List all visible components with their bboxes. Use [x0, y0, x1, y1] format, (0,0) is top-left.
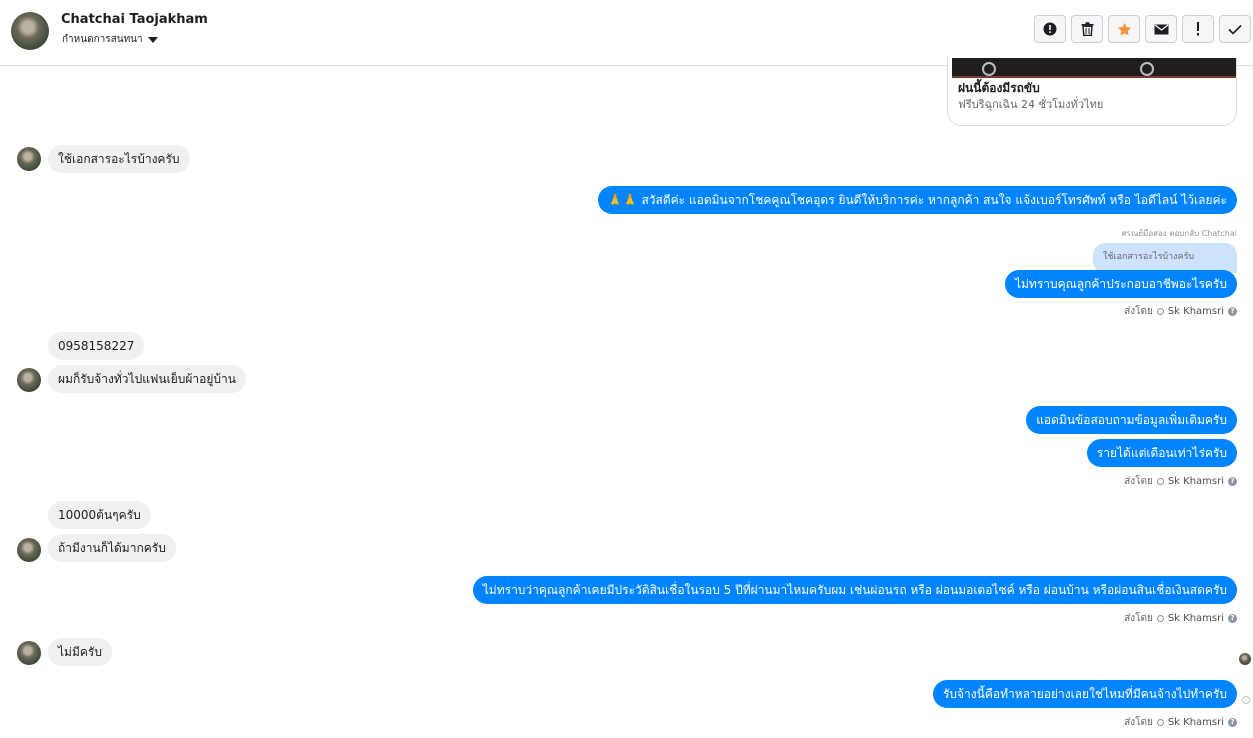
sent-by-label: ส่งโดย Sk Khamsri ?	[1124, 304, 1237, 319]
quoted-message: ใช้เอกสารอะไรบ้างครับ	[1093, 243, 1237, 273]
outgoing-message: ไม่ทราบว่าคุณลูกค้าเคยมีประวัติสินเชื่อใ…	[472, 576, 1237, 604]
conversation-settings-dropdown[interactable]: กำหนดการสนทนา	[62, 32, 158, 47]
incoming-message: 0958158227	[48, 332, 145, 360]
agent-status-icon	[1156, 308, 1164, 315]
mark-unread-button[interactable]	[1145, 15, 1177, 43]
contact-avatar-small	[17, 538, 41, 562]
help-icon[interactable]: ?	[1228, 718, 1237, 727]
contact-avatar-small	[17, 368, 41, 392]
sent-by-text: ส่งโดย	[1124, 613, 1153, 624]
envelope-icon	[1154, 24, 1168, 34]
incoming-message: ถ้ามีงานก็ได้มากครับ	[48, 534, 176, 562]
checkmark-icon	[1228, 24, 1242, 35]
sent-by-text: ส่งโดย	[1124, 306, 1153, 317]
trash-icon	[1081, 22, 1093, 36]
conversation-toolbar	[1034, 15, 1251, 43]
incoming-message: 10000ต้นๆครับ	[48, 501, 151, 529]
star-button[interactable]	[1108, 15, 1140, 43]
contact-name[interactable]: Chatchai Taojakham	[61, 12, 208, 27]
shared-ad-card[interactable]: ฝนนี้ต้องมีรถขับ ฟรีบริฉุกเฉิน 24 ชั่วโม…	[947, 58, 1237, 126]
caret-down-icon	[147, 36, 158, 43]
contact-avatar-small	[17, 641, 41, 665]
sent-status-icon	[1242, 696, 1250, 704]
agent-status-icon	[1156, 478, 1164, 485]
seen-avatar-icon	[1239, 653, 1251, 665]
help-icon[interactable]: ?	[1228, 477, 1237, 486]
sent-by-text: ส่งโดย	[1124, 717, 1153, 728]
outgoing-message: ไม่ทราบคุณลูกค้าประกอบอาชีพอะไรครับ	[1004, 270, 1237, 298]
agent-status-icon	[1156, 719, 1164, 726]
contact-avatar[interactable]	[11, 12, 49, 50]
sent-by-label: ส่งโดย Sk Khamsri ?	[1124, 611, 1237, 626]
conversation-settings-label: กำหนดการสนทนา	[62, 34, 143, 45]
sent-by-agent[interactable]: Sk Khamsri	[1168, 613, 1224, 624]
conversation-header: Chatchai Taojakham กำหนดการสนทนา	[0, 0, 1253, 66]
sent-by-label: ส่งโดย Sk Khamsri ?	[1124, 474, 1237, 489]
incoming-message: ใช้เอกสารอะไรบ้างครับ	[48, 145, 190, 173]
mark-important-button[interactable]	[1182, 15, 1214, 43]
report-button[interactable]	[1034, 15, 1066, 43]
alert-circle-icon	[1043, 22, 1057, 36]
contact-avatar-small	[17, 147, 41, 171]
help-icon[interactable]: ?	[1228, 614, 1237, 623]
incoming-message: ผมก็รับจ้างทั่วไปแฟนเย็บผ้าอยู่บ้าน	[48, 365, 246, 393]
ad-subtitle: ฟรีบริฉุกเฉิน 24 ชั่วโมงทั่วไทย	[958, 98, 1104, 111]
ad-image	[952, 58, 1236, 78]
wheel-icon	[982, 62, 996, 76]
exclamation-icon	[1197, 22, 1199, 36]
help-icon[interactable]: ?	[1228, 307, 1237, 316]
reply-note: ศรณย์มือสอง ตอบกลับ Chatchai	[1121, 229, 1237, 238]
sent-by-agent[interactable]: Sk Khamsri	[1168, 476, 1224, 487]
agent-status-icon	[1156, 615, 1164, 622]
outgoing-message: รับจ้างนี้คือทำหลายอย่างเลยใช่ไหมที่มีคน…	[932, 680, 1237, 708]
mark-done-button[interactable]	[1219, 15, 1251, 43]
delete-button[interactable]	[1071, 15, 1103, 43]
sent-by-agent[interactable]: Sk Khamsri	[1168, 306, 1224, 317]
incoming-message: ไม่มีครับ	[48, 638, 112, 666]
sent-by-text: ส่งโดย	[1124, 476, 1153, 487]
wheel-icon	[1140, 62, 1154, 76]
sent-by-agent[interactable]: Sk Khamsri	[1168, 717, 1224, 728]
sent-by-label: ส่งโดย Sk Khamsri ?	[1124, 715, 1237, 730]
star-icon	[1117, 22, 1131, 35]
outgoing-message: แอดมินข้อสอบถามข้อมูลเพิ่มเติมครับ	[1026, 406, 1237, 434]
outgoing-message: รายได้แต่เดือนเท่าไร่ครับ	[1086, 439, 1237, 467]
outgoing-message: 🙏🙏 สวัสดีค่ะ แอดมินจากโชคคูณโชคอุดร ยินด…	[597, 186, 1237, 214]
